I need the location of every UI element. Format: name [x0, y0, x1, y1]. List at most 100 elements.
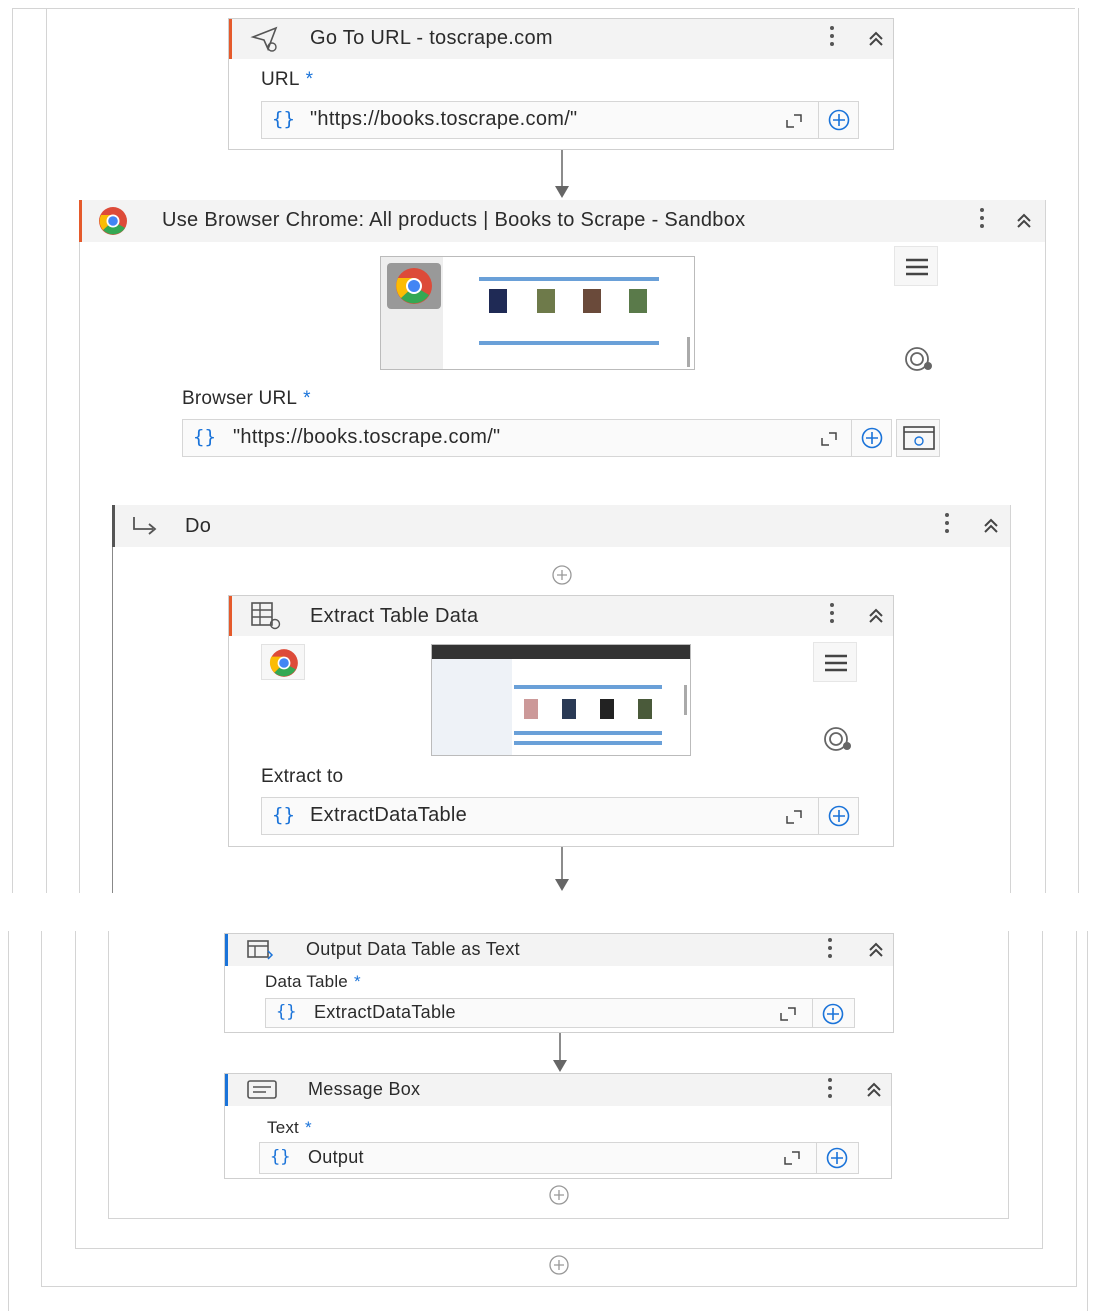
thumb-row: [514, 731, 662, 735]
target-icon[interactable]: [821, 724, 855, 754]
browser-url-value: "https://books.toscrape.com/": [233, 426, 501, 448]
expression-icon: {}: [270, 1147, 291, 1167]
more-options-icon[interactable]: [830, 603, 834, 627]
extract-table-header[interactable]: Extract Table Data: [229, 596, 893, 636]
add-activity-icon[interactable]: [551, 564, 573, 586]
browser-target-button[interactable]: [261, 644, 305, 680]
expression-icon: {}: [272, 108, 295, 130]
go-to-url-activity[interactable]: Go To URL - toscrape.com URL * {} "https:…: [228, 18, 894, 150]
add-button[interactable]: [812, 999, 852, 1027]
outer-frame-right: [1078, 8, 1079, 893]
extract-to-label: Extract to: [261, 766, 344, 787]
collapse-icon[interactable]: [1014, 211, 1034, 231]
chrome-icon: [99, 207, 127, 235]
text-input[interactable]: {} Output: [259, 1142, 859, 1174]
inner-frame-bottom: [41, 1286, 1077, 1287]
chrome-icon: [387, 263, 441, 309]
url-value: "https://books.toscrape.com/": [310, 108, 578, 130]
collapse-icon[interactable]: [864, 1080, 884, 1100]
collapse-icon[interactable]: [866, 606, 886, 626]
table-extract-icon: [251, 602, 281, 630]
do-frame-right: [1008, 931, 1009, 1219]
do-frame-right: [1010, 505, 1011, 893]
expand-icon[interactable]: [821, 432, 837, 446]
book-cover: [489, 289, 507, 313]
browser-screenshot-preview[interactable]: [380, 256, 695, 370]
plus-circle-icon: [822, 1003, 844, 1025]
expand-icon[interactable]: [786, 114, 802, 128]
use-browser-header[interactable]: Use Browser Chrome: All products | Books…: [79, 200, 1045, 242]
thumb-row: [514, 741, 662, 745]
browser-frame-left: [75, 931, 76, 1249]
output-data-table-activity[interactable]: Output Data Table as Text Data Table * {}…: [224, 933, 894, 1033]
more-options-icon[interactable]: [980, 208, 984, 232]
open-browser-button[interactable]: [896, 419, 940, 457]
message-box-activity[interactable]: Message Box Text * {} Output: [224, 1073, 892, 1179]
inner-frame-left: [46, 8, 47, 893]
output-data-table-header[interactable]: Output Data Table as Text: [225, 934, 893, 966]
message-box-title: Message Box: [308, 1079, 421, 1099]
message-box-header[interactable]: Message Box: [225, 1074, 891, 1106]
browser-url-input[interactable]: {} "https://books.toscrape.com/": [182, 419, 892, 457]
data-table-value: ExtractDataTable: [314, 1002, 456, 1022]
do-frame-left: [108, 931, 109, 1219]
more-options-icon[interactable]: [945, 513, 949, 537]
add-button[interactable]: [851, 420, 891, 456]
data-table-input[interactable]: {} ExtractDataTable: [265, 998, 855, 1028]
flow-arrow: [555, 847, 569, 891]
extract-menu-button[interactable]: [813, 642, 857, 682]
extract-to-input[interactable]: {} ExtractDataTable: [261, 797, 859, 835]
plus-circle-icon: [828, 805, 850, 827]
book-cover: [629, 289, 647, 313]
browser-url-label: Browser URL *: [182, 388, 311, 409]
plus-circle-icon: [826, 1147, 848, 1169]
book-cover: [562, 699, 576, 719]
collapse-icon[interactable]: [866, 29, 886, 49]
book-cover: [537, 289, 555, 313]
more-options-icon[interactable]: [828, 938, 832, 962]
do-title: Do: [185, 515, 212, 537]
book-cover: [638, 699, 652, 719]
book-cover: [524, 699, 538, 719]
data-table-label: Data Table *: [265, 972, 361, 991]
target-icon[interactable]: [902, 344, 936, 374]
message-box-icon: [247, 1080, 277, 1099]
screenshot-gap: [0, 895, 1095, 931]
thumb-sidebar: [432, 659, 512, 755]
extract-table-activity[interactable]: Extract Table Data Extract to {} Extract: [228, 595, 894, 847]
thumb-row: [514, 685, 662, 689]
flow-arrow: [555, 150, 569, 198]
browser-menu-button[interactable]: [894, 246, 938, 286]
thumb-row: [479, 341, 659, 345]
expand-icon[interactable]: [786, 810, 802, 824]
thumb-toolbar: [432, 645, 690, 659]
add-button[interactable]: [816, 1143, 856, 1173]
add-activity-icon[interactable]: [548, 1254, 570, 1276]
plus-circle-icon: [861, 427, 883, 449]
more-options-icon[interactable]: [830, 26, 834, 50]
do-header[interactable]: Do: [112, 505, 1010, 547]
expression-icon: {}: [272, 804, 295, 826]
browser-frame-bottom: [75, 1248, 1043, 1249]
expand-icon[interactable]: [784, 1151, 800, 1165]
collapse-icon[interactable]: [981, 516, 1001, 536]
add-button[interactable]: [818, 102, 858, 138]
add-button[interactable]: [818, 798, 858, 834]
output-data-table-title: Output Data Table as Text: [306, 939, 520, 959]
book-cover: [583, 289, 601, 313]
do-frame-left: [112, 505, 113, 893]
more-options-icon[interactable]: [828, 1078, 832, 1102]
extract-table-title: Extract Table Data: [310, 605, 479, 627]
navigate-icon: [250, 26, 278, 52]
thumb-scrollbar: [687, 337, 690, 367]
chrome-icon: [269, 649, 298, 677]
add-activity-icon[interactable]: [548, 1184, 570, 1206]
sequence-arrow-icon: [133, 517, 157, 535]
browser-frame-left: [79, 200, 80, 893]
collapse-icon[interactable]: [866, 940, 886, 960]
go-to-url-header[interactable]: Go To URL - toscrape.com: [229, 19, 893, 59]
table-screenshot-preview[interactable]: [431, 644, 691, 756]
expand-icon[interactable]: [780, 1007, 796, 1021]
go-to-url-title: Go To URL - toscrape.com: [310, 27, 553, 49]
url-input[interactable]: {} "https://books.toscrape.com/": [261, 101, 859, 139]
